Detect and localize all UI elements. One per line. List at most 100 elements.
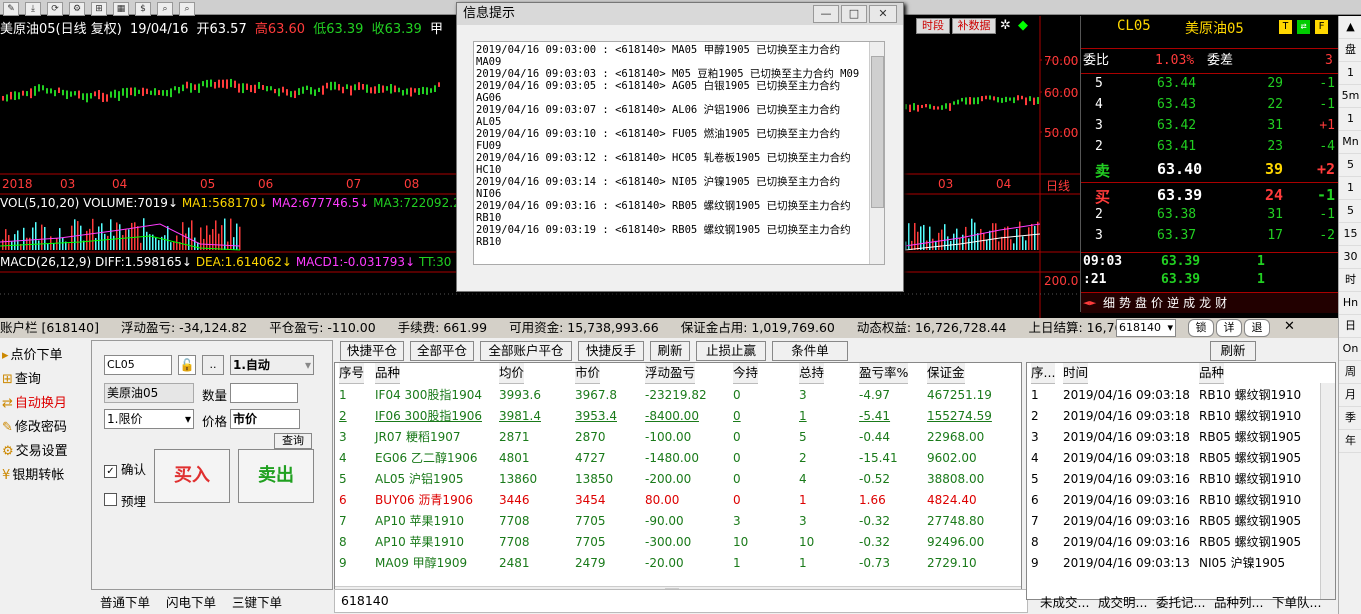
settings-gear-icon[interactable]: ✲ [1000, 18, 1011, 33]
table-row[interactable]: 8 AP10 苹果1910 7708 7705 -300.00 10 10 -0.32 9249… [335, 532, 1021, 553]
table-row[interactable]: 3 JR07 粳稻1907 2871 2870 -100.00 0 5 -0.44 22968.… [335, 427, 1021, 448]
table-row[interactable]: 6 BUY06 沥青1906 3446 3454 80.00 0 1 1.66 4824.40 [335, 490, 1021, 511]
diamond-icon[interactable]: ◆ [1018, 18, 1028, 33]
tool-icon-7[interactable]: $ [135, 2, 151, 16]
period-button[interactable]: 1 [1339, 62, 1361, 85]
period-button[interactable]: 1 [1339, 177, 1361, 200]
pos-column-header[interactable]: 浮动盈亏 [645, 363, 696, 384]
trade-tab[interactable]: 下单队... [1272, 592, 1321, 611]
position-action-button[interactable]: 快捷反手 [578, 341, 644, 361]
period-button[interactable]: 5 [1339, 154, 1361, 177]
quote-price[interactable]: 63.41 [1157, 139, 1196, 154]
table-row[interactable]: 1 IF04 300股指1904 3993.6 3967.8 -23219.82 0 3 -4… [335, 385, 1021, 406]
order-tab[interactable]: 闪电下单 [166, 592, 216, 611]
position-action-button[interactable]: 全部账户平仓 [480, 341, 572, 361]
tool-icon-9[interactable]: ⌕ [179, 2, 195, 16]
code-input[interactable]: CL05 [104, 355, 172, 375]
pin-icon[interactable]: ✕ [1284, 319, 1295, 334]
period-button[interactable]: 周 [1339, 361, 1361, 384]
nav-item[interactable]: ▸ 点价下单 [2, 344, 63, 363]
minimize-button[interactable]: — [813, 5, 839, 23]
table-row[interactable]: 2 IF06 300股指1906 3981.4 3953.4 -8400.00 0 1 -5.… [335, 406, 1021, 427]
position-action-button[interactable]: 快捷平仓 [340, 341, 404, 361]
trade-tab[interactable]: 品种列... [1214, 592, 1263, 611]
period-button[interactable]: 15 [1339, 223, 1361, 246]
position-account-tab[interactable]: 618140 [334, 589, 1028, 613]
buy-button[interactable]: 买入 [154, 449, 230, 503]
table-row[interactable]: 2 2019/04/16 09:03:18 RB10 螺纹钢1910 [1027, 406, 1321, 427]
table-row[interactable]: 1 2019/04/16 09:03:18 RB10 螺纹钢1910 [1027, 385, 1321, 406]
trade-refresh-button[interactable]: 刷新 [1210, 341, 1256, 361]
tool-icon-4[interactable]: ⚙ [69, 2, 85, 16]
table-row[interactable]: 3 2019/04/16 09:03:18 RB05 螺纹钢1905 [1027, 427, 1321, 448]
tool-icon-1[interactable]: ✎ [3, 2, 19, 16]
period-button[interactable]: 时 [1339, 269, 1361, 292]
quote-price[interactable]: 63.38 [1157, 207, 1196, 222]
period-button[interactable]: 1 [1339, 108, 1361, 131]
period-button[interactable]: On [1339, 338, 1361, 361]
table-row[interactable]: 5 AL05 沪铝1905 13860 13850 -200.00 0 4 -0.52 3880… [335, 469, 1021, 490]
quote-tab[interactable]: 龙 [1199, 296, 1211, 310]
table-row[interactable]: 5 2019/04/16 09:03:16 RB10 螺纹钢1910 [1027, 469, 1321, 490]
quote-price[interactable]: 63.39 [1157, 186, 1202, 204]
more-button[interactable]: .. [202, 355, 224, 375]
trade-tab[interactable]: 委托记... [1156, 592, 1205, 611]
time-segment-button[interactable]: 时段 [916, 18, 950, 34]
position-action-button[interactable]: 全部平仓 [410, 341, 474, 361]
period-button[interactable]: 季 [1339, 407, 1361, 430]
quote-tab[interactable]: 细 [1103, 296, 1115, 310]
confirm-checkbox[interactable]: ✓ 确认 [104, 459, 146, 478]
quote-tab[interactable]: 盘 [1135, 296, 1147, 310]
nav-item[interactable]: ¥ 银期转帐 [2, 464, 64, 483]
quote-price[interactable]: 63.44 [1157, 76, 1196, 91]
pos-column-header[interactable]: 今持 [733, 363, 759, 384]
quote-price[interactable]: 63.42 [1157, 118, 1196, 133]
trade-tab[interactable]: 成交明... [1098, 592, 1147, 611]
tool-icon-2[interactable]: ⤓ [25, 2, 41, 16]
table-row[interactable]: 9 2019/04/16 09:03:13 NI05 沪镍1905 [1027, 553, 1321, 574]
tool-icon-3[interactable]: ⟳ [47, 2, 63, 16]
period-button[interactable]: ▲ [1339, 16, 1361, 39]
table-row[interactable]: 7 2019/04/16 09:03:16 RB05 螺纹钢1905 [1027, 511, 1321, 532]
price-type-select[interactable]: 1.限价 ▾ [104, 409, 194, 429]
mode-select[interactable]: 1.自动 ▾ [230, 355, 314, 375]
period-button[interactable]: 年 [1339, 430, 1361, 453]
swap-icon[interactable]: ⇄ [1297, 20, 1310, 34]
table-row[interactable]: 7 AP10 苹果1910 7708 7705 -90.00 3 3 -0.32 27748.8… [335, 511, 1021, 532]
position-action-button[interactable]: 条件单 [772, 341, 848, 361]
dialog-scrollbar[interactable] [869, 42, 884, 264]
trade-tab[interactable]: 未成交... [1040, 592, 1089, 611]
nav-item[interactable]: ✎ 修改密码 [2, 416, 67, 435]
t-icon[interactable]: T [1279, 20, 1292, 34]
period-button[interactable]: 30 [1339, 246, 1361, 269]
quote-tab[interactable]: 财 [1215, 296, 1227, 310]
position-action-button[interactable]: 刷新 [650, 341, 690, 361]
table-row[interactable]: 9 MA09 甲醇1909 2481 2479 -20.00 1 1 -0.73 2729.10 [335, 553, 1021, 574]
pos-column-header[interactable]: 保证金 [927, 363, 965, 384]
lock-button[interactable]: 锁 [1188, 319, 1214, 337]
pos-column-header[interactable]: 市价 [575, 363, 601, 384]
tool-icon-5[interactable]: ⊞ [91, 2, 107, 16]
period-button[interactable]: 日 [1339, 315, 1361, 338]
pos-column-header[interactable]: 序号 [339, 363, 365, 384]
quote-price[interactable]: 63.43 [1157, 97, 1196, 112]
pos-column-header[interactable]: 均价 [499, 363, 525, 384]
trade-column-header[interactable]: 品种 [1199, 363, 1225, 384]
close-button[interactable]: ✕ [869, 5, 897, 23]
maximize-button[interactable]: □ [841, 5, 867, 23]
order-tab[interactable]: 三键下单 [232, 592, 282, 611]
tool-icon-6[interactable]: ▦ [113, 2, 129, 16]
quote-tab[interactable]: 价 [1151, 296, 1163, 310]
table-row[interactable]: 4 2019/04/16 09:03:18 RB05 螺纹钢1905 [1027, 448, 1321, 469]
pos-column-header[interactable]: 品种 [375, 363, 401, 384]
prebuy-checkbox[interactable]: 预埋 [104, 491, 146, 510]
quote-tab[interactable]: 逆 [1167, 296, 1179, 310]
table-row[interactable]: 4 EG06 乙二醇1906 4801 4727 -1480.00 0 2 -15.41 960… [335, 448, 1021, 469]
account-select[interactable]: 618140 ▾ [1116, 319, 1176, 337]
period-button[interactable]: 月 [1339, 384, 1361, 407]
qty-input[interactable] [230, 383, 298, 403]
table-row[interactable]: 6 2019/04/16 09:03:16 RB10 螺纹钢1910 [1027, 490, 1321, 511]
period-button[interactable]: 5m [1339, 85, 1361, 108]
lock-icon[interactable]: 🔓 [178, 355, 196, 375]
period-button[interactable]: Mn [1339, 131, 1361, 154]
